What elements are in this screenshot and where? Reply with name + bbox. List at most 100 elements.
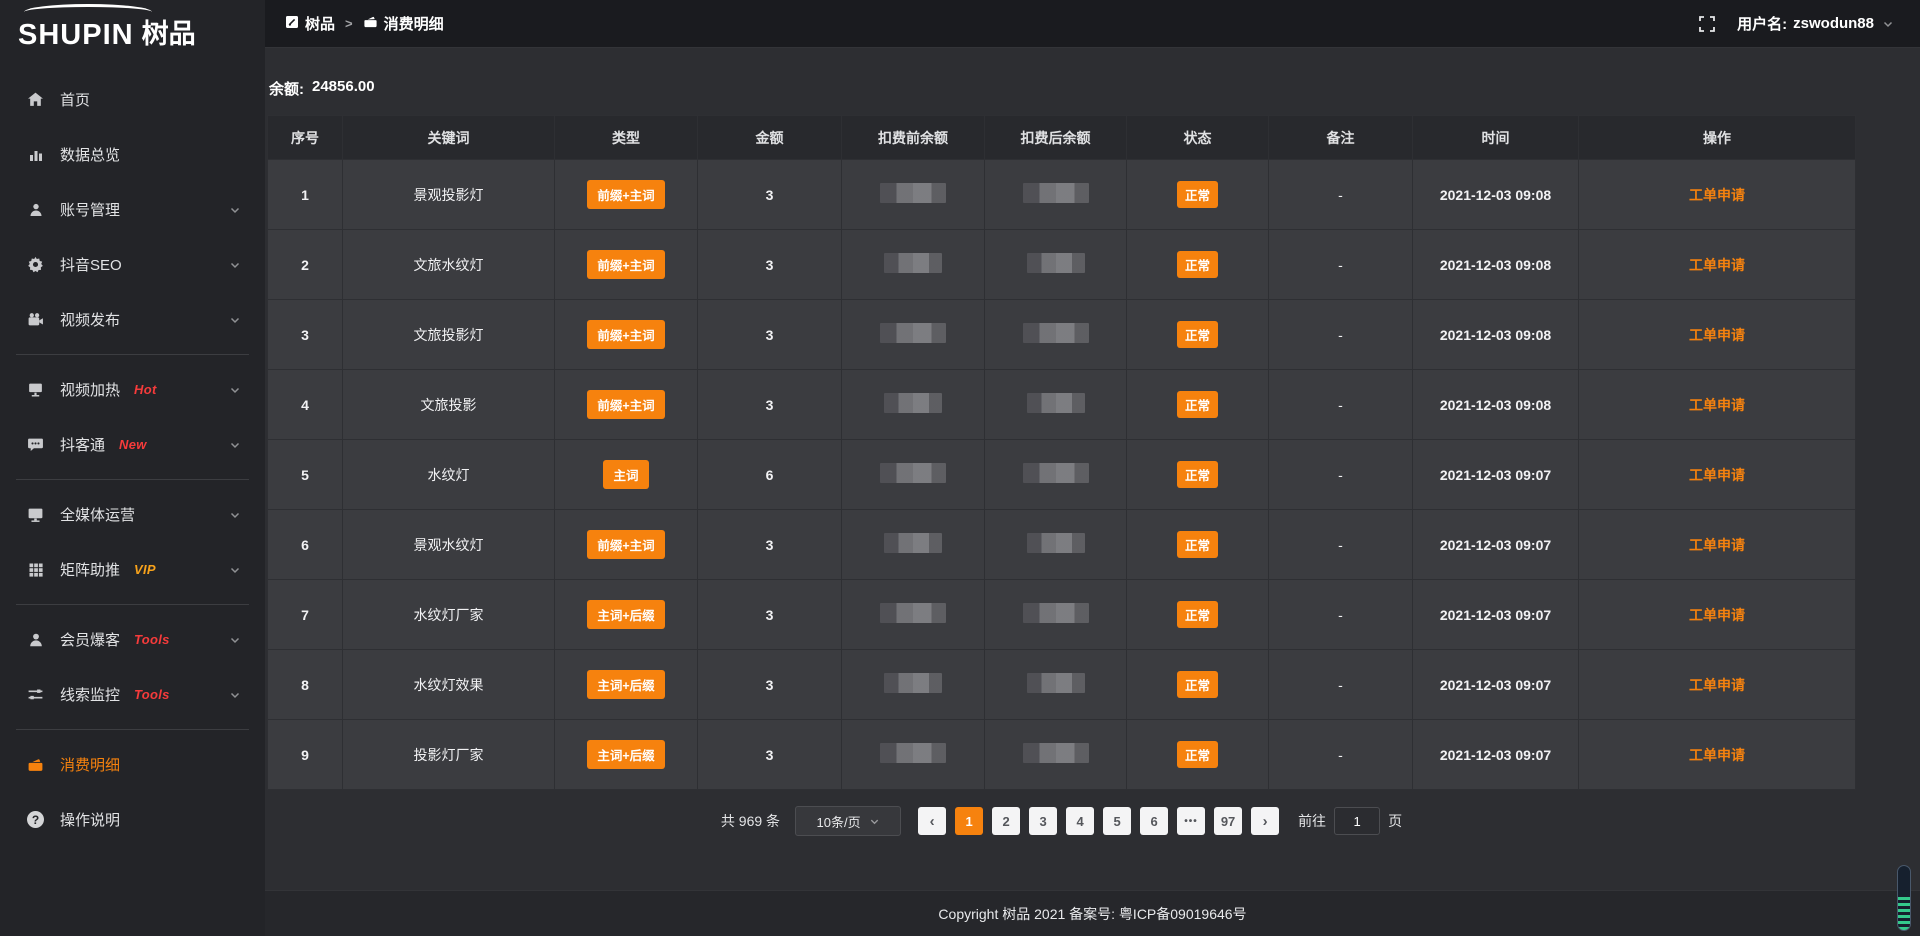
work-order-link[interactable]: 工单申请 — [1689, 747, 1745, 763]
sidebar-item-sliders[interactable]: 线索监控Tools — [0, 667, 265, 722]
row-index: 2 — [268, 230, 343, 300]
page-button-3[interactable]: 3 — [1029, 807, 1057, 835]
keyword-cell: 水纹灯厂家 — [343, 580, 555, 650]
sidebar-item-label: 线索监控 — [60, 684, 120, 705]
chevron-down-icon — [229, 689, 241, 701]
page-ellipsis-button[interactable]: ••• — [1177, 807, 1205, 835]
sidebar-item-gear[interactable]: 抖音SEO — [0, 237, 265, 292]
action-cell: 工单申请 — [1579, 160, 1856, 230]
breadcrumb: 树品 > 消费明细 — [285, 13, 444, 34]
chevron-down-icon — [1882, 18, 1894, 30]
breadcrumb-separator: > — [345, 16, 353, 31]
sidebar-item-question[interactable]: ?操作说明 — [0, 792, 265, 847]
remark-cell: - — [1269, 370, 1413, 440]
status-badge: 正常 — [1177, 741, 1218, 768]
pagination-total: 共 969 条 — [721, 811, 780, 831]
sidebar-item-label: 全媒体运营 — [60, 504, 135, 525]
table-row: 2文旅水纹灯前缀+主词3正常-2021-12-03 09:08工单申请 — [268, 230, 1856, 300]
balance-after-cell — [985, 370, 1127, 440]
time-cell: 2021-12-03 09:08 — [1413, 230, 1579, 300]
column-header: 类型 — [555, 116, 698, 160]
redacted-balance — [884, 673, 942, 693]
topbar-right: 用户名: zswodun88 — [1699, 13, 1894, 34]
remark-cell: - — [1269, 650, 1413, 720]
status-cell: 正常 — [1127, 230, 1269, 300]
sidebar-divider — [16, 479, 249, 480]
chevron-down-icon — [229, 509, 241, 521]
breadcrumb-label: 消费明细 — [384, 13, 444, 34]
table-row: 4文旅投影前缀+主词3正常-2021-12-03 09:08工单申请 — [268, 370, 1856, 440]
goto-label: 前往 — [1298, 811, 1326, 831]
work-order-link[interactable]: 工单申请 — [1689, 187, 1745, 203]
work-order-link[interactable]: 工单申请 — [1689, 677, 1745, 693]
user-menu[interactable]: 用户名: zswodun88 — [1737, 13, 1894, 34]
sidebar-item-monitor[interactable]: 全媒体运营 — [0, 487, 265, 542]
sidebar-item-bar-chart[interactable]: 数据总览 — [0, 127, 265, 182]
work-order-link[interactable]: 工单申请 — [1689, 257, 1745, 273]
last-page-button[interactable]: 97 — [1214, 807, 1242, 835]
amount-cell: 6 — [698, 440, 842, 510]
chevron-down-icon — [229, 204, 241, 216]
column-header: 金额 — [698, 116, 842, 160]
redacted-balance — [880, 183, 946, 203]
app-logo[interactable]: SHUPIN 树品 — [0, 0, 265, 58]
column-header: 时间 — [1413, 116, 1579, 160]
action-cell: 工单申请 — [1579, 370, 1856, 440]
action-cell: 工单申请 — [1579, 580, 1856, 650]
page-button-1[interactable]: 1 — [955, 807, 983, 835]
work-order-link[interactable]: 工单申请 — [1689, 327, 1745, 343]
sidebar-item-label: 会员爆客 — [60, 629, 120, 650]
page-number-buttons: 123456 — [955, 807, 1168, 835]
prev-page-button[interactable]: ‹ — [918, 807, 946, 835]
sidebar-item-home[interactable]: 首页 — [0, 72, 265, 127]
amount-cell: 3 — [698, 230, 842, 300]
action-cell: 工单申请 — [1579, 300, 1856, 370]
fullscreen-icon[interactable] — [1699, 16, 1715, 32]
sidebar-item-label: 视频发布 — [60, 309, 120, 330]
status-badge: 正常 — [1177, 181, 1218, 208]
column-header: 操作 — [1579, 116, 1856, 160]
sidebar-item-label: 抖客通 — [60, 434, 105, 455]
sidebar-item-chat-bubble[interactable]: 抖客通New — [0, 417, 265, 472]
sidebar: SHUPIN 树品 首页数据总览账号管理抖音SEO 视频发布视频加热Hot抖客通N… — [0, 0, 265, 936]
work-order-link[interactable]: 工单申请 — [1689, 467, 1745, 483]
balance-before-cell — [842, 370, 985, 440]
action-cell: 工单申请 — [1579, 510, 1856, 580]
breadcrumb-item-home[interactable]: 树品 — [285, 13, 335, 34]
sidebar-item-tag: Tools — [134, 632, 170, 647]
work-order-link[interactable]: 工单申请 — [1689, 397, 1745, 413]
status-cell: 正常 — [1127, 510, 1269, 580]
action-cell: 工单申请 — [1579, 720, 1856, 790]
heat-screen-icon — [26, 381, 45, 398]
page-button-5[interactable]: 5 — [1103, 807, 1131, 835]
next-page-button[interactable]: › — [1251, 807, 1279, 835]
page-button-6[interactable]: 6 — [1140, 807, 1168, 835]
work-order-link[interactable]: 工单申请 — [1689, 607, 1745, 623]
goto-suffix: 页 — [1388, 811, 1402, 831]
column-header: 扣费后余额 — [985, 116, 1127, 160]
page-size-select[interactable]: 10条/页 — [795, 806, 901, 836]
sidebar-item-wallet[interactable]: 消费明细 — [0, 737, 265, 792]
status-badge: 正常 — [1177, 601, 1218, 628]
breadcrumb-item-current[interactable]: 消费明细 — [363, 13, 444, 34]
type-cell: 主词 — [555, 440, 698, 510]
sidebar-item-video-camera[interactable]: 视频发布 — [0, 292, 265, 347]
remark-cell: - — [1269, 160, 1413, 230]
breadcrumb-label: 树品 — [305, 13, 335, 34]
table-header-row: 序号关键词类型金额扣费前余额扣费后余额状态备注时间操作 — [268, 116, 1856, 160]
goto-page-input[interactable] — [1334, 807, 1380, 835]
keyword-cell: 水纹灯 — [343, 440, 555, 510]
table-row: 7水纹灯厂家主词+后缀3正常-2021-12-03 09:07工单申请 — [268, 580, 1856, 650]
content-area: 余额: 24856.00 序号关键词类型金额扣费前余额扣费后余额状态备注时间操作… — [265, 48, 1920, 890]
page-button-2[interactable]: 2 — [992, 807, 1020, 835]
sidebar-item-heat-screen[interactable]: 视频加热Hot — [0, 362, 265, 417]
sidebar-item-grid[interactable]: 矩阵助推VIP — [0, 542, 265, 597]
page-button-4[interactable]: 4 — [1066, 807, 1094, 835]
work-order-link[interactable]: 工单申请 — [1689, 537, 1745, 553]
status-badge: 正常 — [1177, 461, 1218, 488]
action-cell: 工单申请 — [1579, 650, 1856, 720]
sidebar-item-member[interactable]: 会员爆客 Tools — [0, 612, 265, 667]
sidebar-item-user[interactable]: 账号管理 — [0, 182, 265, 237]
redacted-balance — [1023, 603, 1089, 623]
time-cell: 2021-12-03 09:07 — [1413, 720, 1579, 790]
